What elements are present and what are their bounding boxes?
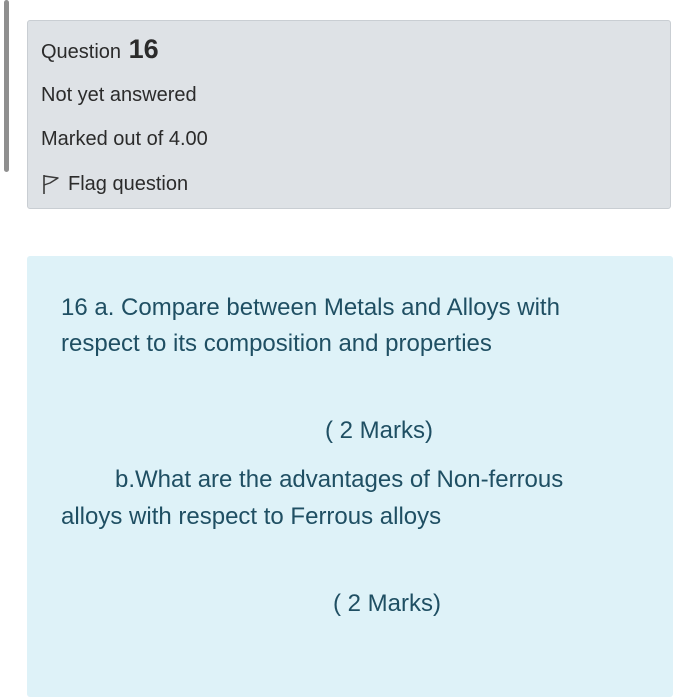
question-grade: Marked out of 4.00 xyxy=(41,128,208,150)
question-text-line-3: b.What are the advantages of Non-ferrous xyxy=(115,466,564,493)
question-number: 16 xyxy=(128,34,159,64)
marks-a: ( 2 Marks) xyxy=(325,417,433,444)
question-title: Question 16 xyxy=(41,35,159,66)
question-info-panel: Question 16 Not yet answered Marked out … xyxy=(27,20,671,209)
question-label: Question xyxy=(41,41,122,63)
quiz-page: Question 16 Not yet answered Marked out … xyxy=(0,0,700,697)
question-state: Not yet answered xyxy=(41,84,197,106)
question-text-line-4: alloys with respect to Ferrous alloys xyxy=(61,503,442,530)
question-text-line-2: respect to its composition and propertie… xyxy=(61,330,492,357)
flag-icon xyxy=(41,173,61,195)
question-content-panel: 16 a. Compare between Metals and Alloys … xyxy=(27,256,673,697)
flag-question-label: Flag question xyxy=(68,173,189,195)
marks-b: ( 2 Marks) xyxy=(333,590,441,617)
flag-question-link[interactable]: Flag question xyxy=(41,171,188,197)
question-text-line-1: 16 a. Compare between Metals and Alloys … xyxy=(61,294,560,321)
scrollbar[interactable] xyxy=(4,0,9,172)
